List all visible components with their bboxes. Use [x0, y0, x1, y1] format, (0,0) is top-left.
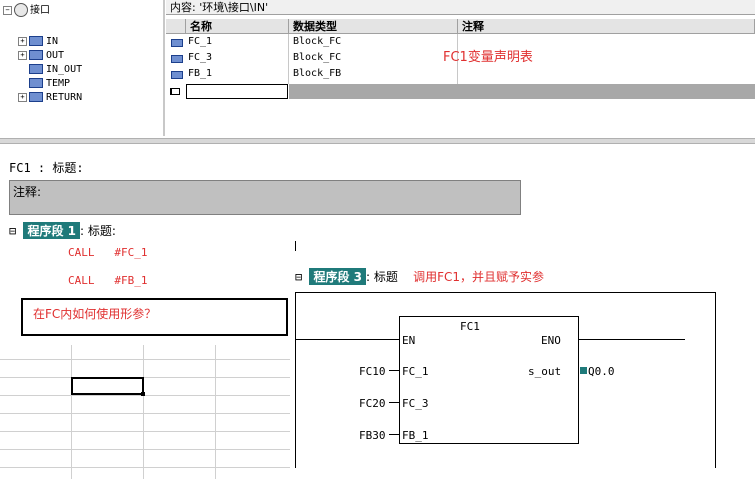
eno-wire: [579, 339, 685, 340]
en-wire: [296, 339, 399, 340]
row-name[interactable]: FC_1: [186, 34, 288, 49]
grid-line: [71, 345, 72, 479]
actual-param[interactable]: FB30: [359, 429, 386, 442]
block-name: FC1: [460, 320, 480, 333]
actual-param[interactable]: FC20: [359, 397, 386, 410]
actual-param[interactable]: FC10: [359, 365, 386, 378]
network-frame-left: [295, 292, 296, 468]
network-3-title: : 标题: [366, 270, 398, 284]
new-row-selection[interactable]: [289, 84, 755, 99]
tree-item-return[interactable]: + RETURN: [18, 91, 82, 105]
input-wire: [389, 434, 399, 435]
grid-line: [0, 359, 290, 360]
background-grid: [0, 345, 290, 479]
parameter-icon: [29, 36, 43, 46]
header-corner: [166, 19, 186, 34]
collapse-icon[interactable]: −: [3, 5, 12, 15]
grid-line: [0, 377, 290, 378]
network-frame-right: [715, 292, 716, 468]
parameter-icon: [29, 92, 43, 102]
network-1-header[interactable]: ⊟ 程序段 1: 标题:: [9, 222, 116, 239]
collapse-icon[interactable]: ⊟: [9, 224, 16, 238]
input-wire: [389, 370, 399, 371]
tree-item-in-out[interactable]: IN_OUT: [29, 63, 82, 77]
grid-line: [143, 345, 144, 479]
parameter-icon: [171, 39, 183, 47]
interface-icon: [14, 3, 28, 17]
network-3-tag: 程序段 3: [309, 268, 366, 285]
network-3-annotation: 调用FC1，并且赋予实参: [413, 270, 545, 284]
fill-handle[interactable]: [141, 392, 145, 396]
tree-item-out[interactable]: + OUT: [18, 49, 64, 63]
tree-item-label: TEMP: [46, 78, 71, 89]
row-type[interactable]: Block_FB: [291, 66, 458, 81]
block-comment[interactable]: 注释:: [9, 180, 521, 215]
declaration-annotation: FC1变量声明表: [443, 50, 533, 65]
tree-item-label: RETURN: [46, 92, 83, 103]
selected-cell[interactable]: [71, 377, 144, 395]
expand-icon[interactable]: +: [18, 92, 27, 102]
output-formal-param: s_out: [528, 365, 562, 378]
grid-line: [0, 467, 290, 468]
output-actual-param[interactable]: Q0.0: [588, 365, 615, 378]
tree-item-label: OUT: [46, 50, 65, 61]
input-wire: [389, 402, 399, 403]
network-1-tag: 程序段 1: [23, 222, 80, 239]
formal-param: FC_3: [402, 397, 429, 410]
grid-line: [215, 345, 216, 479]
expand-icon[interactable]: +: [18, 50, 27, 60]
row-type[interactable]: Block_FC: [291, 34, 458, 49]
tree-item-in[interactable]: + IN: [18, 35, 58, 49]
stl-line[interactable]: CALL #FC_1: [68, 246, 147, 259]
pin-en: EN: [402, 334, 416, 347]
interface-tree: − 接口 + IN + OUT IN_OUT TEMP + RETURN: [0, 0, 165, 136]
tree-root-label: 接口: [30, 5, 50, 16]
formal-param: FC_1: [402, 365, 429, 378]
tree-item-temp[interactable]: TEMP: [29, 77, 70, 91]
grid-line: [0, 449, 290, 450]
row-name[interactable]: FB_1: [186, 66, 288, 81]
network-frame-top: [295, 292, 715, 293]
network-3-header[interactable]: ⊟ 程序段 3: 标题 调用FC1，并且赋予实参: [295, 268, 544, 285]
grid-line: [0, 395, 290, 396]
parameter-icon: [29, 50, 43, 60]
column-header-name[interactable]: 名称: [186, 19, 289, 34]
collapse-icon[interactable]: ⊟: [295, 270, 302, 284]
column-header-type[interactable]: 数据类型: [289, 19, 458, 34]
column-divider: [288, 34, 289, 84]
output-marker: [580, 367, 587, 374]
tree-item-label: IN_OUT: [46, 64, 83, 75]
parameter-icon: [29, 64, 43, 74]
splitter[interactable]: [0, 138, 755, 144]
column-header-comment[interactable]: 注释: [458, 19, 755, 34]
formal-param: FB_1: [402, 429, 429, 442]
new-row[interactable]: [166, 84, 755, 100]
network-1-title: : 标题:: [80, 224, 116, 238]
parameter-icon: [171, 71, 183, 79]
question-callout: 在FC内如何使用形参？: [21, 298, 288, 336]
expand-icon[interactable]: +: [18, 36, 27, 46]
grid-line: [0, 413, 290, 414]
block-title[interactable]: FC1 : 标题:: [9, 159, 84, 176]
new-row-name-input[interactable]: [186, 84, 288, 99]
text-cursor: [295, 241, 296, 251]
pin-eno: ENO: [541, 334, 561, 347]
tree-item-label: IN: [46, 36, 59, 47]
row-name[interactable]: FC_3: [186, 50, 288, 65]
table-row[interactable]: FB_1 Block_FB: [166, 66, 755, 82]
parameter-icon: [171, 55, 183, 63]
stl-line[interactable]: CALL #FB_1: [68, 274, 147, 287]
content-path: 内容: '环境\接口\IN': [166, 0, 755, 15]
row-type[interactable]: Block_FC: [291, 50, 458, 65]
grid-line: [0, 431, 290, 432]
parameter-icon: [29, 78, 43, 88]
new-row-icon: [170, 88, 180, 95]
tree-root[interactable]: − 接口: [3, 3, 50, 17]
